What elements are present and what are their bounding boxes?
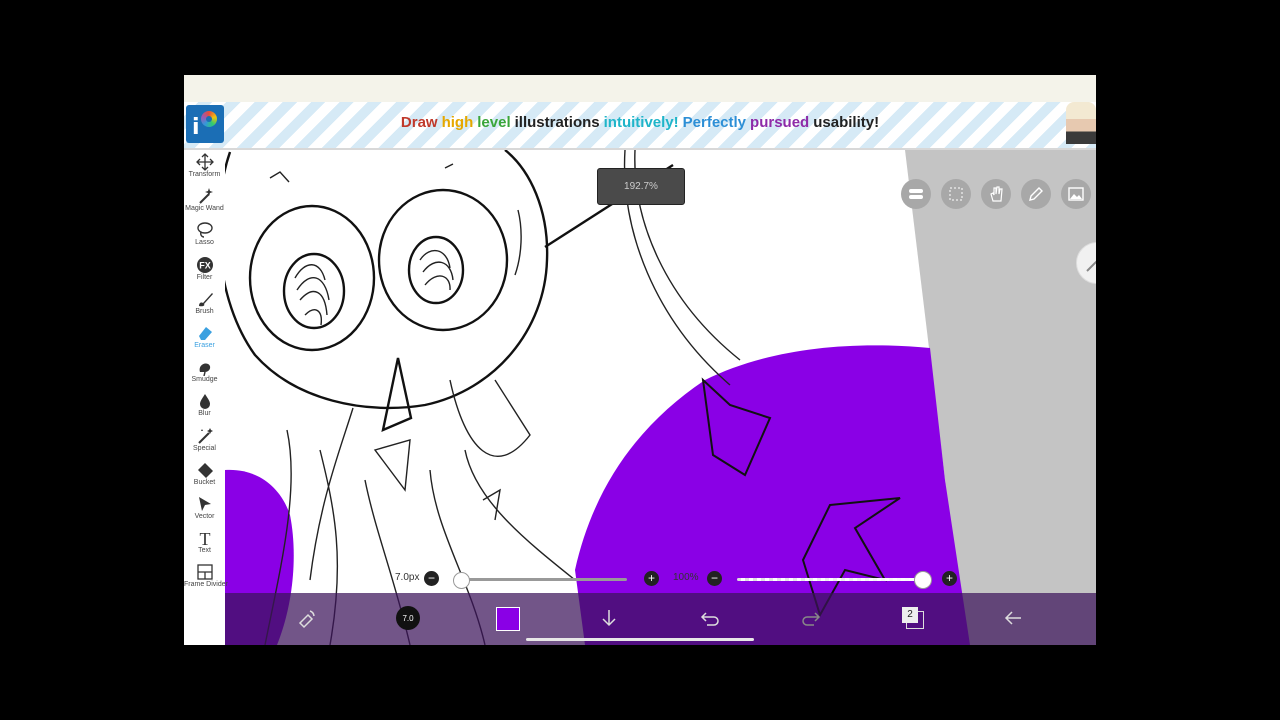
brush-size-button[interactable]: 7.0 [391, 601, 425, 635]
brush-size-slider[interactable] [452, 572, 627, 589]
brush-size-plus-button[interactable]: + [644, 571, 659, 586]
undo-icon [700, 612, 719, 626]
home-indicator [526, 638, 754, 641]
dotted-selection-icon [949, 187, 963, 201]
text-icon: T [199, 529, 210, 547]
tool-label: Blur [198, 410, 211, 418]
opacity-value: 100% [673, 572, 699, 583]
ad-banner[interactable]: i Draw high level illustrations intuitively!… [184, 102, 1096, 150]
hand-icon [990, 186, 1003, 202]
brush-preview-icon: 7.0 [396, 606, 420, 630]
arrow-left-icon [1004, 611, 1021, 625]
opacity-knob[interactable] [914, 571, 932, 589]
undo-button[interactable] [693, 601, 727, 635]
tool-blur[interactable]: Blur [184, 391, 225, 425]
gallery-button[interactable] [1061, 179, 1091, 209]
brush-size-text: 7.0 [402, 614, 414, 623]
selection-button[interactable] [941, 179, 971, 209]
tool-label: Filter [196, 273, 213, 281]
smudge-icon [199, 363, 210, 377]
opacity-minus-button[interactable]: − [707, 571, 722, 586]
banner-word: Draw [400, 114, 438, 131]
brush-size-minus-button[interactable]: − [424, 571, 439, 586]
tool-label: Brush [195, 307, 214, 315]
color-button[interactable] [491, 601, 525, 635]
pen-pressure-tab[interactable] [1076, 242, 1096, 284]
tool-lasso[interactable]: Lasso [184, 220, 225, 254]
tool-label: Frame Divider [184, 581, 228, 589]
fx-icon: FX [196, 256, 213, 273]
tool-magic-wand[interactable]: Magic Wand [184, 186, 225, 220]
banner-word: Perfectly [682, 114, 747, 131]
tool-label: Magic Wand [185, 205, 224, 213]
ibispaint-app: i Draw high level illustrations intuitively!… [184, 75, 1096, 645]
toggle-icon [909, 189, 923, 199]
pen-button[interactable] [1021, 179, 1051, 209]
banner-word: usability! [813, 114, 880, 131]
banner-slogan: Draw high level illustrations intuitively! Pe… [184, 114, 1096, 131]
tool-frame-divider[interactable]: Frame Divider [184, 562, 228, 596]
tool-switch-button[interactable] [290, 601, 324, 635]
layers-button[interactable]: 2 [895, 601, 929, 635]
status-strip [184, 75, 1096, 102]
tool-label: Special [193, 444, 216, 452]
banner-word: level [477, 114, 511, 131]
pen-icon [1086, 260, 1096, 272]
magic-wand-icon [198, 188, 213, 204]
pencil-icon [1029, 187, 1043, 201]
layer-reference-button[interactable] [901, 179, 931, 209]
blur-drop-icon [199, 394, 210, 410]
vector-cursor-icon [198, 497, 211, 511]
tool-label: Smudge [191, 376, 218, 384]
brush-sliders: 7.0px − + 100% − + [225, 565, 1096, 593]
svg-text:T: T [199, 529, 210, 547]
image-icon [1068, 187, 1084, 201]
tool-label: Eraser [194, 342, 215, 349]
move-icon [195, 153, 214, 171]
tool-label: Lasso [195, 239, 214, 247]
banner-word: intuitively! [603, 114, 679, 131]
opacity-slider[interactable] [737, 571, 932, 589]
tool-label: Bucket [193, 478, 216, 486]
special-icon [197, 427, 213, 444]
brush-icon [198, 292, 213, 307]
tool-bucket[interactable]: Bucket [184, 460, 225, 494]
zoom-indicator: 192.7% [597, 168, 685, 205]
brush-size-value: 7.0px [395, 572, 420, 583]
tool-transform[interactable]: Transform [184, 152, 225, 186]
tool-label: Transform [188, 171, 221, 178]
banner-word: pursued [750, 114, 810, 131]
redo-icon [802, 612, 821, 626]
move-down-button[interactable] [592, 601, 626, 635]
tool-text[interactable]: T Text [184, 528, 225, 562]
tool-filter[interactable]: FX Filter [184, 255, 225, 289]
tool-smudge[interactable]: Smudge [184, 357, 225, 391]
eraser-icon [198, 327, 212, 340]
arrow-down-icon [602, 610, 616, 627]
layers-icon: 2 [902, 607, 924, 629]
opacity-plus-button[interactable]: + [942, 571, 957, 586]
tool-vector[interactable]: Vector [184, 494, 225, 528]
hand-tool-button[interactable] [981, 179, 1011, 209]
frame-divider-icon [196, 564, 213, 581]
back-button[interactable] [996, 601, 1030, 635]
opacity-fill [737, 578, 922, 581]
brush-size-knob[interactable] [452, 572, 470, 589]
tool-label: Text [198, 547, 211, 555]
svg-text:FX: FX [199, 260, 211, 270]
brush-eraser-switch-icon [298, 610, 315, 629]
redo-button[interactable] [794, 601, 828, 635]
tool-eraser[interactable]: Eraser [184, 323, 225, 357]
banner-word: illustrations [514, 114, 600, 131]
layer-count: 2 [902, 607, 918, 623]
banner-word: high [441, 114, 474, 131]
tool-special[interactable]: Special [184, 426, 225, 460]
color-swatch [496, 607, 520, 631]
tool-label: Vector [194, 513, 215, 520]
banner-avatar [1066, 102, 1096, 144]
lasso-icon [196, 222, 213, 239]
tool-palette: Transform Magic Wand Lasso FX Filter Brush Era… [184, 150, 228, 645]
bucket-icon [197, 462, 213, 478]
tool-brush[interactable]: Brush [184, 289, 225, 323]
